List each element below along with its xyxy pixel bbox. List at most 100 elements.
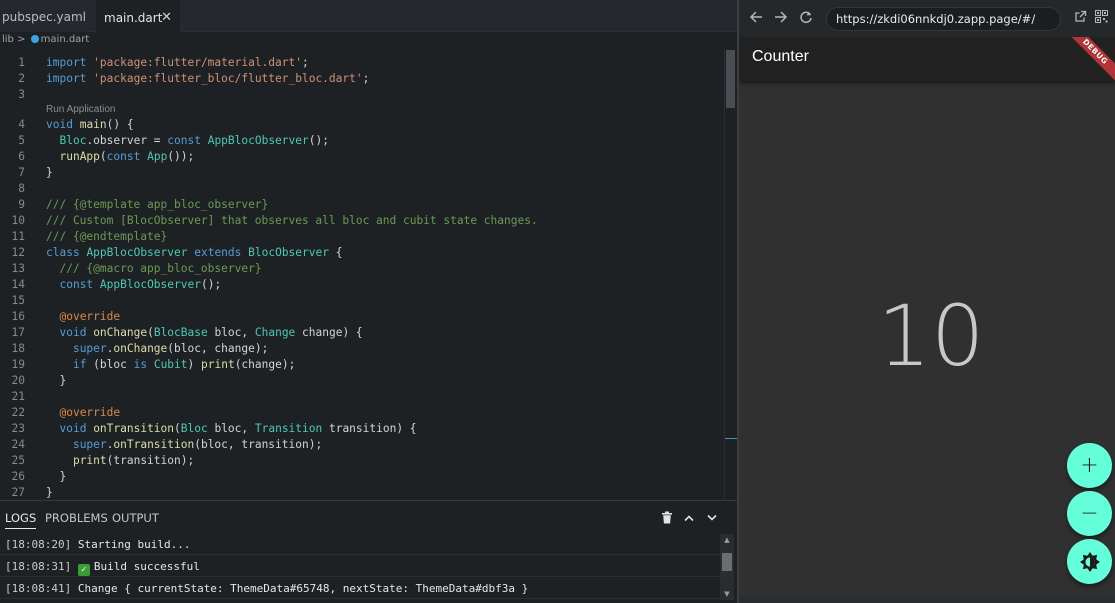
chevron-down-icon[interactable] <box>705 511 719 525</box>
code-line: 20 } <box>0 373 724 389</box>
breadcrumb-file[interactable]: main.dart <box>41 34 90 45</box>
theme-toggle-button[interactable] <box>1067 539 1112 584</box>
run-application-lens[interactable]: Run Application <box>0 103 724 117</box>
scrollbar-marker <box>725 438 737 439</box>
log-entry: [18:08:41] Change { currentState: ThemeD… <box>0 578 720 599</box>
code-line: 10/// Custom [BlocObserver] that observe… <box>0 213 724 229</box>
code-line: 6 runApp(const App()); <box>0 149 724 165</box>
tab-label: main.dart <box>104 11 163 25</box>
breadcrumb: lib > main.dart <box>2 33 89 47</box>
line-number: 19 <box>11 358 25 371</box>
line-number: 6 <box>18 150 25 163</box>
code-line: 22 @override <box>0 405 724 421</box>
line-number: 4 <box>18 118 25 131</box>
scrollbar-thumb[interactable] <box>722 553 732 571</box>
browser-bottom-edge <box>739 597 1115 603</box>
line-number: 23 <box>11 422 25 435</box>
line-number: 8 <box>18 182 25 195</box>
code-line: 27} <box>0 485 724 499</box>
browser-toolbar: https://zkdi06nnkdj0.zapp.page/#/ <box>739 0 1115 37</box>
line-number: 20 <box>11 374 25 387</box>
external-link-icon[interactable] <box>1071 10 1089 28</box>
reload-icon[interactable] <box>797 10 815 28</box>
code-line: 21 <box>0 389 724 405</box>
tab-main-dart[interactable]: main.dart ✕ <box>96 0 180 32</box>
line-number: 1 <box>18 56 25 69</box>
arrow-right-icon[interactable] <box>772 10 790 28</box>
logs-scrollbar[interactable]: ▲ ▼ <box>720 534 734 600</box>
code-line: 7} <box>0 165 724 181</box>
bottom-panel: LOGS PROBLEMS OUTPUT [18:08:20] Starting… <box>0 500 737 603</box>
tab-pubspec[interactable]: pubspec.yaml <box>0 0 90 32</box>
code-line: 8 <box>0 181 724 197</box>
log-timestamp: [18:08:20] <box>5 538 72 551</box>
line-number: 21 <box>11 390 25 403</box>
url-bar[interactable]: https://zkdi06nnkdj0.zapp.page/#/ <box>826 7 1061 31</box>
code-line: 11/// {@endtemplate} <box>0 229 724 245</box>
decrement-button[interactable]: − <box>1067 491 1112 536</box>
line-number: 3 <box>18 88 25 101</box>
line-number: 25 <box>11 454 25 467</box>
log-text: Build successful <box>93 560 200 573</box>
line-number: 26 <box>11 470 25 483</box>
code-line: 19 if (bloc is Cubit) print(change); <box>0 357 724 373</box>
code-line: 9/// {@template app_bloc_observer} <box>0 197 724 213</box>
line-number: 17 <box>11 326 25 339</box>
line-number: 10 <box>11 214 25 227</box>
line-number: 13 <box>11 262 25 275</box>
line-number: 22 <box>11 406 25 419</box>
tab-output[interactable]: OUTPUT <box>112 509 159 529</box>
increment-button[interactable]: + <box>1067 443 1112 488</box>
scroll-up-arrow-icon[interactable]: ▲ <box>720 535 734 545</box>
dart-file-icon <box>30 35 39 43</box>
log-timestamp: [18:08:41] <box>5 582 72 595</box>
line-number: 18 <box>11 342 25 355</box>
code-line: 18 super.onChange(bloc, change); <box>0 341 724 357</box>
qr-code-icon[interactable] <box>1092 10 1110 28</box>
code-line: 26 } <box>0 469 724 485</box>
code-line: 17 void onChange(BlocBase bloc, Change c… <box>0 325 724 341</box>
counter-value: 10 <box>877 287 985 385</box>
line-number: 2 <box>18 72 25 85</box>
code-area[interactable]: 1 import 'package:flutter/material.dart';… <box>0 55 724 499</box>
scrollbar-thumb[interactable] <box>726 50 735 108</box>
check-icon: ✓ <box>77 564 90 576</box>
tab-problems[interactable]: PROBLEMS <box>45 509 108 529</box>
breadcrumb-separator: > <box>17 34 26 45</box>
tab-logs[interactable]: LOGS <box>5 509 37 529</box>
code-line: 3 <box>0 87 724 103</box>
code-line: 4 void main() { <box>0 117 724 133</box>
scroll-down-arrow-icon[interactable]: ▼ <box>720 589 734 599</box>
arrow-left-icon[interactable] <box>747 10 765 28</box>
close-icon[interactable]: ✕ <box>161 1 172 35</box>
line-number: 14 <box>11 278 25 291</box>
code-line: 13 /// {@macro app_bloc_observer} <box>0 261 724 277</box>
code-line: 15 <box>0 293 724 309</box>
line-number: 7 <box>18 166 25 179</box>
code-line: 12 class AppBlocObserver extends BlocObse… <box>0 245 724 261</box>
app-bar: Counter <box>739 37 1115 81</box>
preview-browser: https://zkdi06nnkdj0.zapp.page/#/ Counte… <box>739 0 1115 603</box>
line-number: 9 <box>18 198 25 211</box>
tab-label: pubspec.yaml <box>2 10 86 24</box>
code-line: 23 void onTransition(Bloc bloc, Transiti… <box>0 421 724 437</box>
trash-icon[interactable] <box>660 511 674 525</box>
flutter-app-preview: Counter DEBUG 10 + − <box>739 37 1115 597</box>
brightness-icon <box>1079 551 1101 572</box>
code-line: 14 const AppBlocObserver(); <box>0 277 724 293</box>
line-number: 11 <box>11 230 25 243</box>
code-line: 2 import 'package:flutter_bloc/flutter_bl… <box>0 71 724 87</box>
code-line: 5 Bloc.observer = const AppBlocObserver(… <box>0 133 724 149</box>
code-line: 16 @override <box>0 309 724 325</box>
code-editor: pubspec.yaml main.dart ✕ lib > main.dart… <box>0 0 737 603</box>
chevron-up-icon[interactable] <box>682 511 696 525</box>
breadcrumb-folder[interactable]: lib <box>2 34 14 45</box>
line-number: 12 <box>11 246 25 259</box>
editor-scrollbar[interactable] <box>724 48 737 500</box>
log-timestamp: [18:08:31] <box>5 560 72 573</box>
line-number: 15 <box>11 294 25 307</box>
editor-tab-bar: pubspec.yaml main.dart ✕ <box>0 0 737 32</box>
line-number: 27 <box>11 486 25 499</box>
line-number: 16 <box>11 310 25 323</box>
line-number: 24 <box>11 438 25 451</box>
